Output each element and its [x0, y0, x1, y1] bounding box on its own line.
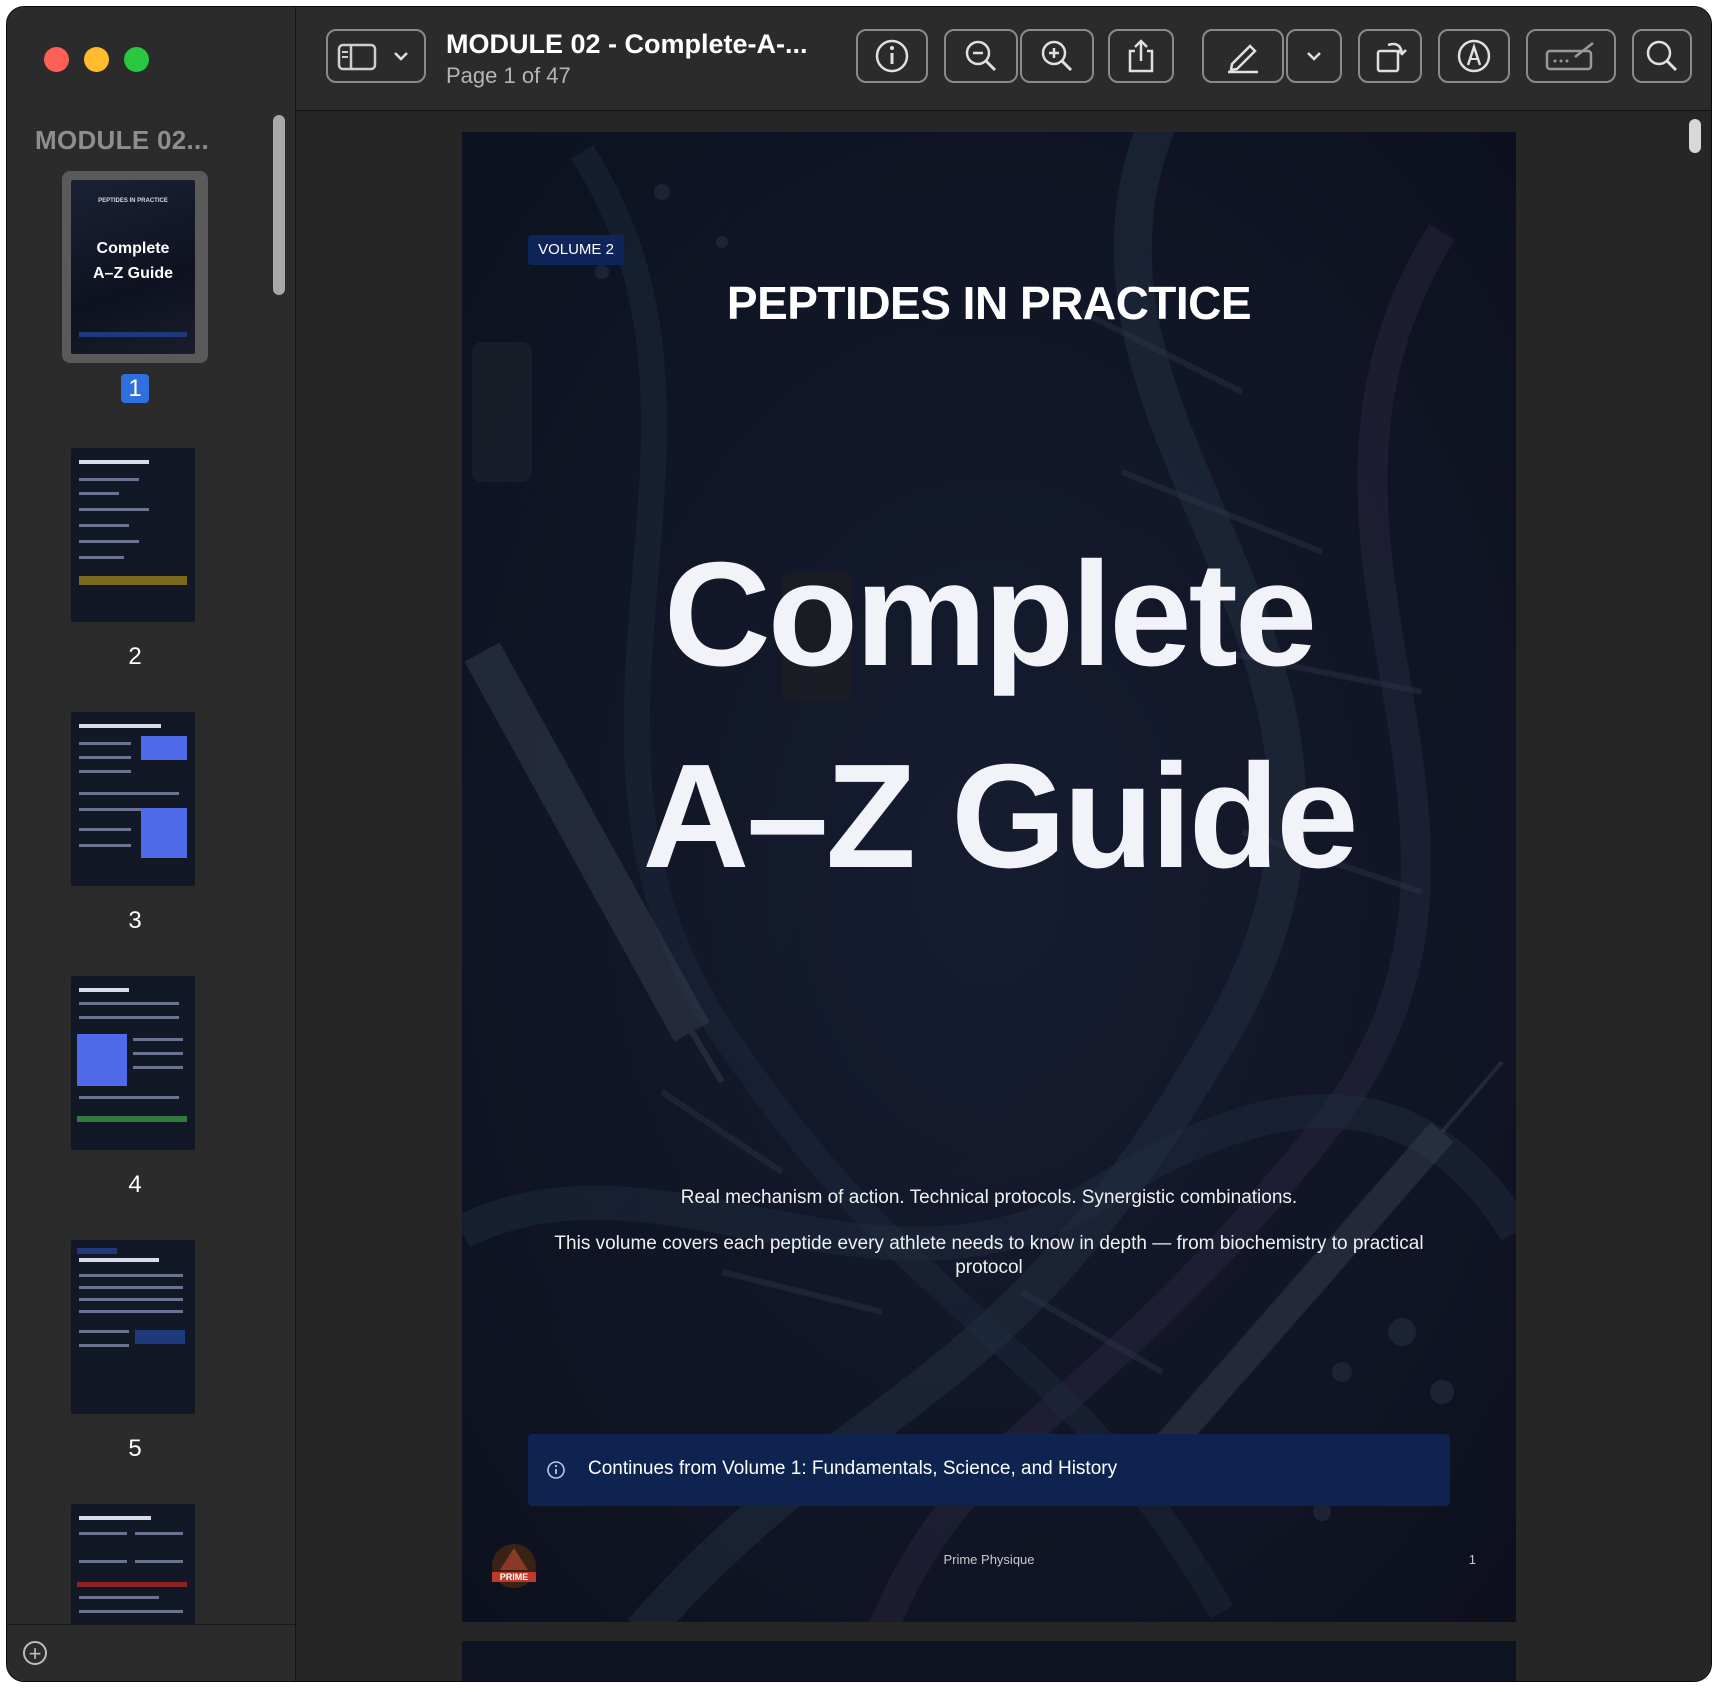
volume-badge: VOLUME 2 [528, 235, 624, 265]
chevron-down-icon [1307, 52, 1321, 61]
rotate-icon [1376, 42, 1407, 73]
zoom-out-icon [965, 40, 997, 72]
toolbar: MODULE 02 - Complete-A-... Page 1 of 47 [296, 7, 1711, 111]
page-thumbnail-1[interactable]: PEPTIDES IN PRACTICE Complete A–Z Guide … [62, 171, 208, 403]
zoom-in-icon [1041, 40, 1073, 72]
markup-pen-icon [1228, 44, 1258, 74]
thumbnail-kicker: PEPTIDES IN PRACTICE [98, 198, 168, 204]
search-button[interactable] [1632, 29, 1692, 83]
sidebar-scrollbar[interactable] [273, 115, 285, 295]
page-thumbnail-6[interactable]: 6 [62, 1495, 208, 1627]
page-thumbnail-3[interactable]: 3 [62, 703, 208, 935]
page-thumbnail-5[interactable]: 5 [62, 1231, 208, 1463]
thumbnail-note-bar [79, 332, 187, 337]
pdf-page-1: VOLUME 2 PEPTIDES IN PRACTICE Complete A… [462, 132, 1516, 1622]
thumbnail-page-number: 1 [62, 374, 208, 403]
thumbnail-page-label: 5 [128, 1435, 142, 1462]
page-thumbnail-2[interactable]: 2 [62, 439, 208, 671]
thumbnail-page-label: 4 [128, 1171, 142, 1198]
cover-title-line2: A–Z Guide [642, 734, 1358, 899]
info-icon [875, 39, 909, 73]
signature-icon [1545, 42, 1594, 71]
thumbnail-image: PEPTIDES IN PRACTICE Complete A–Z Guide [71, 180, 195, 354]
document-view[interactable]: VOLUME 2 PEPTIDES IN PRACTICE Complete A… [296, 111, 1711, 1681]
continuation-note: Continues from Volume 1: Fundamentals, S… [528, 1434, 1450, 1506]
minimize-window-button[interactable] [84, 47, 109, 72]
cover-description: This volume covers each peptide every at… [554, 1233, 1424, 1278]
share-icon [1128, 39, 1154, 73]
thumbnail-image [71, 976, 195, 1150]
thumbnail-page-label: 1 [121, 374, 149, 403]
preview-window: MODULE 02... PEPTIDES IN PRACTICE Comple… [6, 6, 1712, 1682]
plus-circle-icon[interactable]: + [23, 1641, 47, 1665]
thumbnail-image [71, 1504, 195, 1627]
info-icon [547, 1461, 565, 1479]
markup-options-button[interactable] [1286, 29, 1342, 83]
thumbnail-page-label: 2 [128, 643, 142, 670]
page-indicator: Page 1 of 47 [446, 63, 571, 88]
sidebar-toggle-button[interactable] [326, 29, 426, 83]
highlight-icon [1457, 39, 1491, 73]
thumbnail-page-number: 2 [62, 643, 208, 671]
logo-text: PRIME [500, 1572, 529, 1582]
thumbnail-title-line1: Complete [96, 240, 170, 257]
sidebar-footer: + [7, 1624, 295, 1681]
chevron-down-icon [394, 52, 408, 61]
sidebar-document-title: MODULE 02... [35, 125, 210, 155]
zoom-window-button[interactable] [124, 47, 149, 72]
footer-brand: Prime Physique [943, 1552, 1035, 1567]
rotate-button[interactable] [1358, 29, 1422, 83]
zoom-in-button[interactable] [1020, 29, 1094, 83]
thumbnail-image [71, 712, 195, 886]
document-title: MODULE 02 - Complete-A-... [446, 29, 808, 59]
thumbnail-page-number: 4 [62, 1171, 208, 1199]
thumbnail-page-number: 3 [62, 907, 208, 935]
continuation-note-text: Continues from Volume 1: Fundamentals, S… [588, 1458, 1118, 1479]
close-window-button[interactable] [44, 47, 69, 72]
highlight-button[interactable] [1438, 29, 1510, 83]
thumbnail-sidebar: MODULE 02... PEPTIDES IN PRACTICE Comple… [7, 7, 296, 1681]
info-button[interactable] [856, 29, 928, 83]
thumbnail-page-number: 5 [62, 1435, 208, 1463]
page-thumbnail-4[interactable]: 4 [62, 967, 208, 1199]
zoom-out-button[interactable] [944, 29, 1018, 83]
footer-page-number: 1 [1468, 1552, 1476, 1567]
thumbnail-title: Complete A–Z Guide [71, 236, 195, 286]
thumbnail-image [71, 448, 195, 622]
markup-button[interactable] [1202, 29, 1284, 83]
cover-tagline: Real mechanism of action. Technical prot… [680, 1187, 1298, 1208]
thumbnail-page-label: 3 [128, 907, 142, 934]
document-scrollbar[interactable] [1689, 119, 1701, 153]
thumbnail-list[interactable]: PEPTIDES IN PRACTICE Complete A–Z Guide … [7, 167, 277, 1627]
share-button[interactable] [1108, 29, 1174, 83]
series-kicker: PEPTIDES IN PRACTICE [726, 277, 1252, 329]
cover-title-line1: Complete [663, 532, 1317, 697]
thumbnail-title-line2: A–Z Guide [92, 265, 173, 282]
pdf-page-2-preview [462, 1641, 1516, 1681]
search-icon [1646, 40, 1678, 72]
sidebar-toggle-icon [337, 43, 377, 71]
signature-button[interactable] [1526, 29, 1616, 83]
prime-physique-logo: PRIME [492, 1544, 536, 1588]
thumbnail-image [71, 1240, 195, 1414]
